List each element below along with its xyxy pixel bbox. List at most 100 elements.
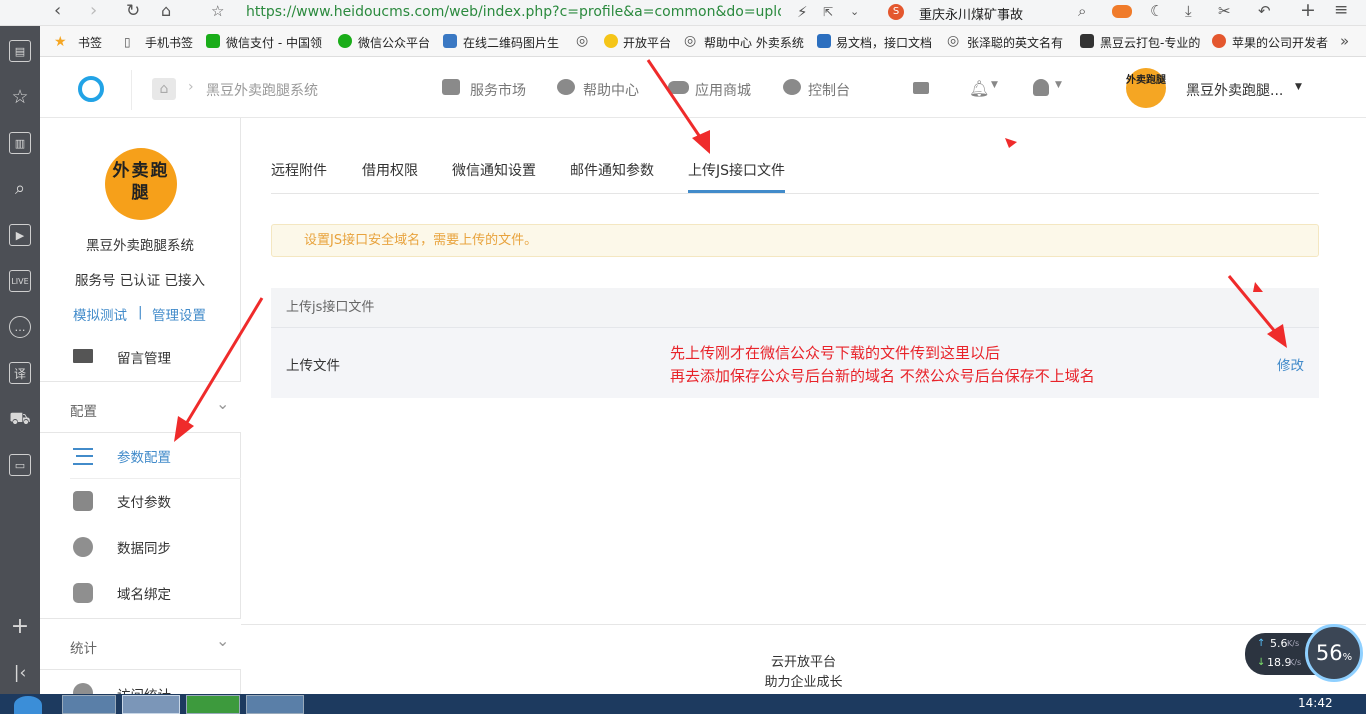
tab-divider xyxy=(271,193,1319,194)
nav-help-center[interactable]: 帮助中心 xyxy=(583,80,639,100)
live-icon[interactable]: LIVE xyxy=(9,270,31,292)
cart-icon[interactable]: ⛟ xyxy=(9,408,31,430)
refresh-icon[interactable]: ↻ xyxy=(126,3,140,20)
sidebar-item-messages[interactable]: 留言管理 xyxy=(117,347,171,367)
home-icon[interactable]: ⌂ xyxy=(161,3,171,19)
search-icon[interactable]: ⌕ xyxy=(1078,3,1086,19)
chat-icon[interactable]: … xyxy=(9,316,31,338)
footer-line-2: 助力企业成长 xyxy=(764,675,843,690)
sidebar-item-domain[interactable]: 域名绑定 xyxy=(117,583,171,603)
sidebar-item-sync[interactable]: 数据同步 xyxy=(117,537,171,557)
bookmark-item[interactable]: 在线二维码图片生 xyxy=(463,34,563,51)
forward-icon[interactable]: › xyxy=(90,2,97,20)
open-platform-icon xyxy=(604,34,618,48)
account-logo: 外卖跑腿 xyxy=(105,148,177,220)
bell-icon[interactable]: 🔔︎ xyxy=(969,79,989,98)
nav-console[interactable]: 控制台 xyxy=(808,80,850,100)
bookmark-item[interactable]: 苹果的公司开发者 xyxy=(1232,34,1328,51)
night-mode-icon[interactable]: ☾ xyxy=(1150,3,1163,19)
avatar[interactable]: 外卖跑腿 xyxy=(1126,68,1166,108)
account-name[interactable]: 黑豆外卖跑腿... xyxy=(1186,80,1283,100)
back-icon[interactable]: ‹ xyxy=(54,2,61,20)
bookmark-item[interactable]: 帮助中心 外卖系统 xyxy=(704,34,804,51)
scissors-icon[interactable]: ✂ xyxy=(1218,3,1231,19)
tab-active-indicator xyxy=(688,190,785,193)
add-icon[interactable]: + xyxy=(9,616,31,638)
briefcase-icon[interactable]: ▭ xyxy=(9,454,31,476)
menu-icon[interactable]: ≡ xyxy=(1334,2,1348,19)
tab-borrow-permission[interactable]: 借用权限 xyxy=(362,160,418,180)
bookmark-item[interactable]: 微信公众平台 xyxy=(358,34,430,51)
chevron-down-icon[interactable]: ▼ xyxy=(1055,80,1062,90)
new-tab-icon[interactable]: + xyxy=(1300,1,1316,20)
tab-remote-attach[interactable]: 远程附件 xyxy=(271,160,327,180)
chevron-down-icon[interactable]: ▼ xyxy=(1295,82,1302,92)
search-input[interactable]: 重庆永川煤矿事故 xyxy=(919,4,1023,23)
star-icon[interactable]: ☆ xyxy=(211,3,224,19)
upload-speed-unit: K/s xyxy=(1287,639,1300,648)
sidebar-item-pay[interactable]: 支付参数 xyxy=(117,491,171,511)
link-test[interactable]: 模拟测试 xyxy=(73,304,127,324)
site-logo[interactable] xyxy=(78,76,104,102)
wechat-pay-icon xyxy=(206,34,220,48)
search-engine-icon[interactable]: S xyxy=(888,4,904,20)
url-field[interactable]: https://www.heidoucms.com/web/index.php?… xyxy=(246,4,781,20)
reader-icon[interactable]: ▤ xyxy=(9,40,31,62)
memory-gauge[interactable]: 56% xyxy=(1305,624,1363,682)
taskbar-wechat-icon[interactable] xyxy=(246,695,304,714)
taskbar-browser-icon[interactable] xyxy=(122,695,180,714)
upload-row: 上传文件 先上传刚才在微信公众号下载的文件传到这里以后 再去添加保存公众号后台新… xyxy=(271,328,1319,398)
search-icon[interactable]: ⌕ xyxy=(9,178,31,200)
footer-line-1: 云开放平台 xyxy=(770,655,836,670)
breadcrumb[interactable]: 黑豆外卖跑腿系统 xyxy=(206,80,318,100)
sidebar-item-visit-stats[interactable]: 访问统计 xyxy=(117,684,171,694)
translate-icon[interactable]: 译 xyxy=(9,362,31,384)
taskbar: 14:42 xyxy=(0,694,1366,714)
bookmark-item[interactable]: 手机书签 xyxy=(145,34,193,51)
download-icon[interactable]: ⤓ xyxy=(1185,3,1192,19)
breadcrumb-separator-icon: › xyxy=(188,79,194,95)
lightning-icon[interactable]: ⚡ xyxy=(797,4,808,20)
chevron-down-icon[interactable]: ▼ xyxy=(991,80,998,90)
game-icon[interactable] xyxy=(1112,5,1132,18)
taskbar-app-icon[interactable] xyxy=(62,695,116,714)
video-icon[interactable]: ▶ xyxy=(9,224,31,246)
store-icon[interactable] xyxy=(913,82,929,94)
book-icon[interactable]: ▥ xyxy=(9,132,31,154)
bookmark-item[interactable]: 开放平台 xyxy=(623,34,671,51)
download-speed: 18.9 xyxy=(1267,656,1292,669)
list-icon-middle xyxy=(76,455,93,457)
taskbar-chat-icon[interactable] xyxy=(186,695,240,714)
bookmark-item[interactable]: 黑豆云打包-专业的 xyxy=(1100,34,1200,51)
tray-icons[interactable] xyxy=(1135,697,1275,711)
sidebar-item-params[interactable]: 参数配置 xyxy=(117,446,171,466)
bookmark-item[interactable]: 微信支付 - 中国领 xyxy=(226,34,326,51)
chevron-down-icon[interactable]: ⌄ xyxy=(850,4,859,20)
browser-sidebar: ▤ ☆ ▥ ⌕ ▶ LIVE … 译 ⛟ ▭ + |‹ xyxy=(0,26,40,694)
bookmark-item[interactable]: 书签 xyxy=(78,34,102,51)
more-bookmarks-icon[interactable]: » xyxy=(1340,33,1349,49)
chevron-down-icon[interactable]: ⌄ xyxy=(216,631,229,650)
bookmark-item[interactable]: 张泽聪的英文名有 xyxy=(967,34,1064,51)
edit-link[interactable]: 修改 xyxy=(1277,354,1304,374)
domain-icon xyxy=(73,583,93,603)
section-stats[interactable]: 统计 ⌄ xyxy=(40,618,241,670)
tab-upload-js[interactable]: 上传JS接口文件 xyxy=(688,160,785,180)
collapse-icon[interactable]: |‹ xyxy=(9,662,31,684)
share-icon[interactable]: ⇱ xyxy=(823,4,833,20)
wechat-icon xyxy=(338,34,352,48)
user-icon[interactable] xyxy=(1033,79,1049,96)
home-icon[interactable]: ⌂ xyxy=(152,78,176,100)
tab-wechat-notify[interactable]: 微信通知设置 xyxy=(452,160,536,180)
download-speed-unit: K/s xyxy=(1289,658,1302,667)
site-name: 黑豆外卖跑腿系统 xyxy=(86,238,194,254)
nav-service-market[interactable]: 服务市场 xyxy=(470,80,526,100)
sogou-icon xyxy=(1212,34,1226,48)
bookmark-item[interactable]: 易文档，接口文档 xyxy=(836,34,932,51)
undo-icon[interactable]: ↶ xyxy=(1258,3,1271,19)
upload-arrow-icon: ↑ xyxy=(1257,638,1266,649)
favorites-icon[interactable]: ☆ xyxy=(9,86,31,108)
start-icon[interactable] xyxy=(14,696,42,714)
gauge-unit: % xyxy=(1342,652,1353,663)
tab-mail-notify[interactable]: 邮件通知参数 xyxy=(570,160,654,180)
